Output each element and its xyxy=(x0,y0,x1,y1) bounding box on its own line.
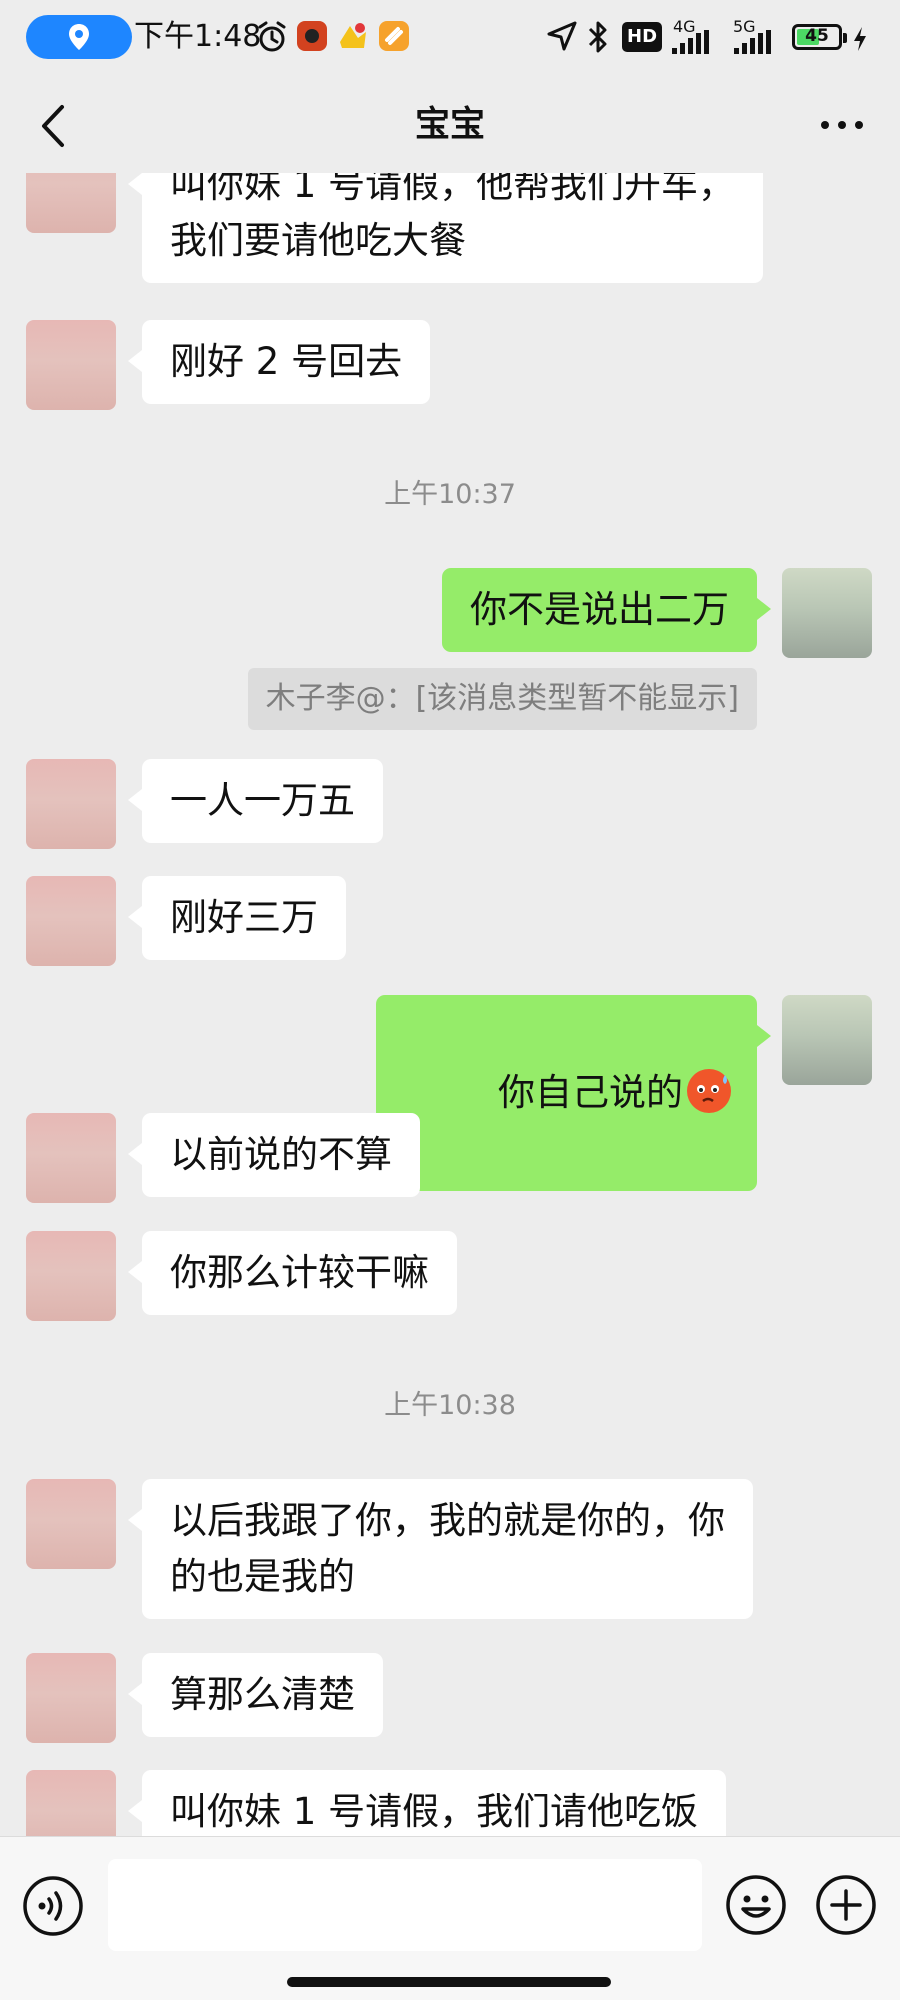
contact-avatar[interactable] xyxy=(26,1231,116,1321)
sweat-face-emoji xyxy=(687,1069,731,1113)
system-notice: 木子李@：[该消息类型暂不能显示] xyxy=(247,668,757,730)
contact-avatar[interactable] xyxy=(26,759,116,849)
message-item: 叫你妹 1 号请假，我们请他吃饭 xyxy=(0,1770,900,1836)
message-item: 你不是说出二万 xyxy=(0,568,900,658)
message-list[interactable]: 叫你妹 1 号请假，他帮我们开车， 我们要请他吃大餐 刚好 2 号回去 上午10… xyxy=(0,173,900,1836)
self-avatar[interactable] xyxy=(782,995,872,1085)
battery-level: 45 xyxy=(805,26,829,46)
chat-title: 宝宝 xyxy=(414,105,485,145)
message-bubble[interactable]: 以前说的不算 xyxy=(128,1113,420,1197)
status-time: 下午1:48 xyxy=(134,19,262,54)
navigation-arrow-icon xyxy=(547,21,577,51)
message-bubble[interactable]: 一人一万五 xyxy=(128,759,383,843)
chat-screen: 下午1:48 HD 4G 5G 45 宝宝 叫你妹 1 号请假，他帮我们开车， … xyxy=(0,0,900,2000)
charging-icon xyxy=(854,27,866,51)
app-icon-red xyxy=(297,21,327,51)
contact-avatar[interactable] xyxy=(26,1479,116,1569)
message-item: 算那么清楚 xyxy=(0,1653,900,1743)
contact-avatar[interactable] xyxy=(26,320,116,410)
timestamp: 上午10:37 xyxy=(384,479,516,510)
message-item: 以后我跟了你，我的就是你的，你 的也是我的 xyxy=(0,1479,900,1629)
message-bubble[interactable]: 算那么清楚 xyxy=(128,1653,383,1737)
message-item: 以前说的不算 xyxy=(0,1113,900,1203)
message-bubble[interactable]: 刚好 2 号回去 xyxy=(127,320,431,404)
status-bar: 下午1:48 HD 4G 5G 45 xyxy=(0,0,900,78)
message-item: 刚好三万 xyxy=(0,876,900,966)
voice-icon[interactable] xyxy=(22,1875,84,1937)
contact-avatar[interactable] xyxy=(26,876,116,966)
self-avatar[interactable] xyxy=(782,568,872,658)
message-item: 刚好 2 号回去 xyxy=(0,320,900,410)
bluetooth-icon xyxy=(588,21,607,53)
message-item: 一人一万五 xyxy=(0,759,900,849)
more-dots-icon xyxy=(821,121,863,129)
location-indicator[interactable] xyxy=(26,15,132,59)
message-text: 你自己说的 xyxy=(498,1071,683,1114)
contact-avatar[interactable] xyxy=(26,173,116,233)
plus-icon[interactable] xyxy=(814,1873,878,1937)
hd-label: HD xyxy=(627,26,658,47)
timestamp: 上午10:38 xyxy=(384,1390,516,1421)
message-item: 你那么计较干嘛 xyxy=(0,1231,900,1321)
message-item: 叫你妹 1 号请假，他帮我们开车， 我们要请他吃大餐 xyxy=(0,173,900,293)
message-input[interactable] xyxy=(108,1859,702,1951)
battery-icon: 45 xyxy=(792,24,847,50)
message-bubble[interactable]: 叫你妹 1 号请假，我们请他吃饭 xyxy=(127,1770,727,1836)
nav-bar: 宝宝 xyxy=(0,78,900,173)
message-bubble[interactable]: 刚好三万 xyxy=(128,876,346,960)
contact-avatar[interactable] xyxy=(26,1653,116,1743)
location-icon xyxy=(69,24,89,50)
home-indicator[interactable] xyxy=(287,1977,611,1987)
input-bar xyxy=(0,1836,900,2000)
message-bubble[interactable]: 以后我跟了你，我的就是你的，你 的也是我的 xyxy=(128,1479,753,1619)
contact-avatar[interactable] xyxy=(26,1113,116,1203)
message-bubble[interactable]: 你那么计较干嘛 xyxy=(128,1231,457,1315)
hd-badge: HD xyxy=(622,22,663,52)
signal-icon xyxy=(734,30,771,54)
message-item: 你自己说的 xyxy=(0,995,900,1191)
signal-icon xyxy=(672,30,709,54)
alarm-icon xyxy=(258,21,286,52)
app-icon-yellow xyxy=(340,23,366,48)
app-icon-orange xyxy=(379,21,409,51)
more-button[interactable] xyxy=(812,98,872,152)
contact-avatar[interactable] xyxy=(26,1770,116,1836)
emoji-icon[interactable] xyxy=(724,1873,788,1937)
message-bubble[interactable]: 叫你妹 1 号请假，他帮我们开车， 我们要请他吃大餐 xyxy=(127,173,764,283)
message-bubble[interactable]: 你不是说出二万 xyxy=(442,568,771,652)
